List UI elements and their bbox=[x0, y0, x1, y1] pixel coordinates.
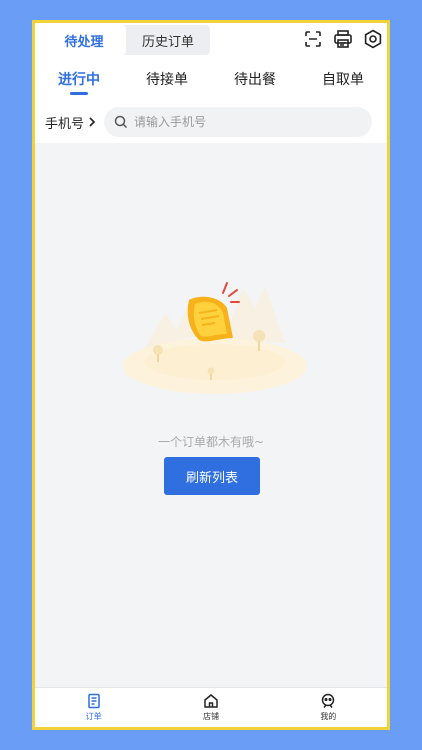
scan-icon[interactable] bbox=[302, 28, 324, 50]
phone-search-input[interactable] bbox=[134, 115, 355, 129]
status-segment-control: 待处理 历史订单 bbox=[42, 25, 210, 55]
nav-shop[interactable]: 店铺 bbox=[152, 688, 269, 727]
bottom-navigation: 订单 店铺 我的 bbox=[35, 687, 387, 727]
settings-icon[interactable] bbox=[362, 28, 384, 50]
nav-orders-label: 订单 bbox=[85, 712, 102, 721]
app-frame: 待处理 历史订单 进行中 待接单 待出餐 自取单 手机号 请输入手机号 一个订单… bbox=[32, 20, 390, 730]
profile-icon bbox=[322, 693, 335, 708]
search-box bbox=[104, 107, 373, 137]
order-tabs: 进行中 待接单 待出餐 自取单 bbox=[35, 57, 387, 101]
empty-orders-illustration bbox=[123, 282, 307, 394]
tab-label: 进行中 bbox=[58, 72, 100, 88]
active-tab-indicator bbox=[70, 92, 88, 95]
order-icon bbox=[87, 693, 100, 709]
segment-history[interactable]: 历史订单 bbox=[126, 25, 210, 55]
tab-label: 自取单 bbox=[322, 72, 364, 88]
segment-pending[interactable]: 待处理 bbox=[42, 25, 126, 55]
search-type-selector[interactable]: 手机号 bbox=[45, 113, 96, 132]
tab-awaiting-meal[interactable]: 待出餐 bbox=[211, 57, 299, 101]
tab-label: 待出餐 bbox=[234, 72, 276, 88]
refresh-list-button[interactable]: 刷新列表 bbox=[164, 457, 260, 495]
printer-icon[interactable] bbox=[332, 28, 354, 50]
top-actions bbox=[302, 28, 384, 50]
search-icon bbox=[114, 115, 128, 129]
tab-label: 待接单 bbox=[146, 72, 188, 88]
top-bar: 待处理 历史订单 bbox=[35, 23, 387, 57]
search-type-label: 手机号 bbox=[45, 116, 85, 132]
chevron-right-icon bbox=[89, 117, 96, 127]
shop-icon bbox=[204, 694, 218, 708]
nav-profile[interactable]: 我的 bbox=[270, 688, 387, 727]
tab-awaiting-accept[interactable]: 待接单 bbox=[123, 57, 211, 101]
nav-orders[interactable]: 订单 bbox=[35, 688, 152, 727]
tab-self-pickup[interactable]: 自取单 bbox=[299, 57, 387, 101]
nav-profile-label: 我的 bbox=[320, 712, 337, 721]
nav-shop-label: 店铺 bbox=[202, 712, 219, 721]
search-row: 手机号 bbox=[35, 101, 387, 143]
tab-in-progress[interactable]: 进行中 bbox=[35, 57, 123, 101]
empty-state-message: 一个订单都木有哦~ bbox=[157, 435, 265, 449]
